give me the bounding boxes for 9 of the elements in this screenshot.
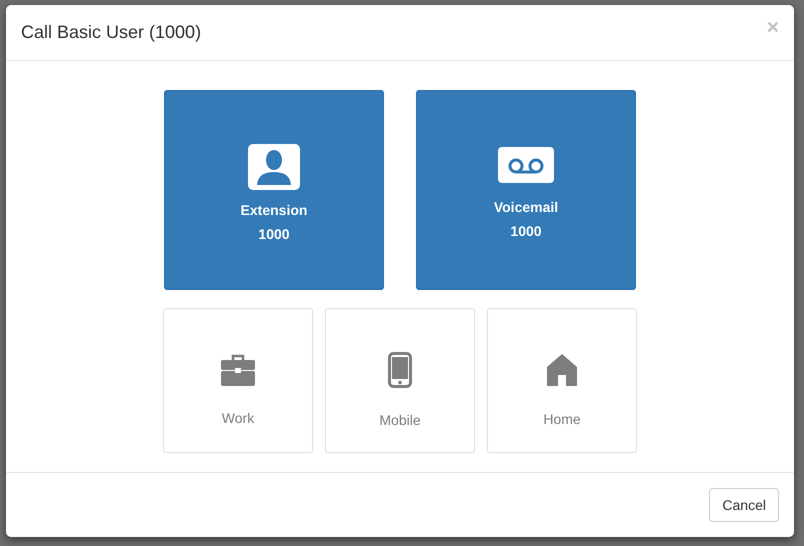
person-icon [248,144,300,190]
dialog-title: Call Basic User (1000) [21,22,202,43]
briefcase-icon [221,354,255,386]
cancel-button[interactable]: Cancel [709,488,779,522]
voicemail-tile[interactable]: Voicemail 1000 [416,90,636,290]
phone-icon [388,352,412,388]
house-icon [546,352,578,386]
extension-tile[interactable]: Extension 1000 [164,90,384,290]
voicemail-icon [498,147,554,183]
